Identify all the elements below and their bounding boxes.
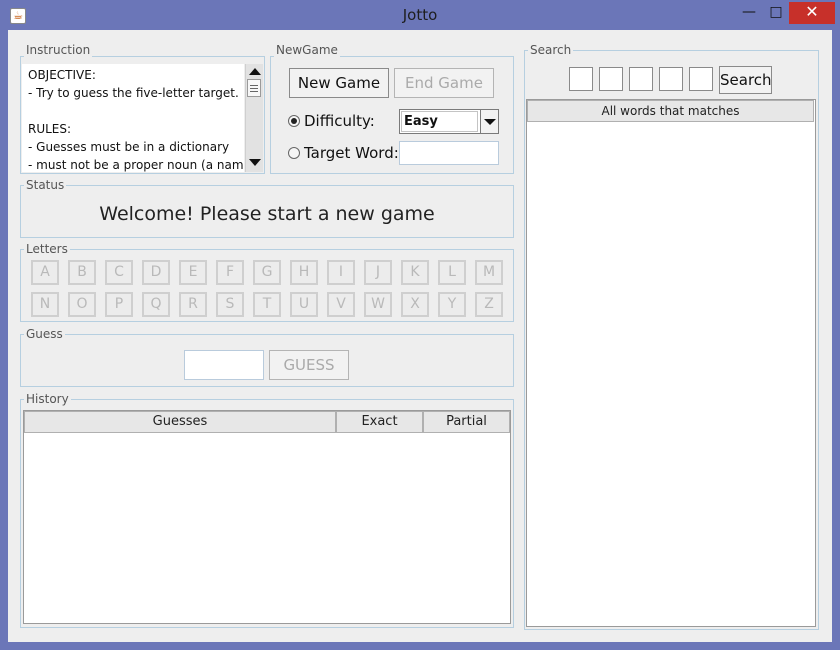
instruction-line: OBJECTIVE: xyxy=(28,68,96,82)
instruction-line: - Guesses must be in a dictionary xyxy=(28,140,230,154)
letter-button-x[interactable]: X xyxy=(401,292,429,317)
letter-button-a[interactable]: A xyxy=(31,260,59,285)
letter-button-k[interactable]: K xyxy=(401,260,429,285)
status-legend: Status xyxy=(24,178,67,192)
search-slot-5[interactable] xyxy=(689,67,713,91)
instruction-line: RULES: xyxy=(28,122,72,136)
history-col-exact[interactable]: Exact xyxy=(336,411,423,433)
search-results-header[interactable]: All words that matches xyxy=(527,100,814,122)
difficulty-radio[interactable] xyxy=(288,115,300,127)
chevron-down-icon xyxy=(484,119,496,125)
scroll-thumb[interactable] xyxy=(247,79,261,97)
search-slot-1[interactable] xyxy=(569,67,593,91)
letter-button-d[interactable]: D xyxy=(142,260,170,285)
instruction-legend: Instruction xyxy=(24,43,93,57)
search-results-list[interactable] xyxy=(526,99,816,627)
letter-button-e[interactable]: E xyxy=(179,260,207,285)
window-title: Jotto xyxy=(402,6,438,24)
arrow-up-icon[interactable] xyxy=(249,68,261,75)
letter-button-j[interactable]: J xyxy=(364,260,392,285)
letter-button-h[interactable]: H xyxy=(290,260,318,285)
search-button[interactable]: Search xyxy=(719,66,772,94)
difficulty-selected: Easy xyxy=(401,111,478,132)
guess-button[interactable]: GUESS xyxy=(269,350,349,380)
status-message: Welcome! Please start a new game xyxy=(99,203,435,225)
guess-group xyxy=(20,334,514,387)
letter-button-f[interactable]: F xyxy=(216,260,244,285)
instruction-line: - Try to guess the five-letter target. xyxy=(28,86,239,100)
letter-button-v[interactable]: V xyxy=(327,292,355,317)
letter-button-t[interactable]: T xyxy=(253,292,281,317)
history-col-partial[interactable]: Partial xyxy=(423,411,510,433)
close-button[interactable]: ✕ xyxy=(789,2,835,24)
new-game-button[interactable]: New Game xyxy=(289,68,389,98)
instruction-line: - must not be a proper noun (a name), xyxy=(28,158,244,172)
letter-button-n[interactable]: N xyxy=(31,292,59,317)
end-game-button[interactable]: End Game xyxy=(394,68,494,98)
instruction-line xyxy=(28,102,244,120)
guess-input[interactable] xyxy=(184,350,264,380)
target-word-label: Target Word: xyxy=(304,144,399,162)
letter-button-p[interactable]: P xyxy=(105,292,133,317)
target-word-radio[interactable] xyxy=(288,147,300,159)
maximize-button[interactable]: □ xyxy=(765,2,787,24)
search-slot-3[interactable] xyxy=(629,67,653,91)
instruction-text-area[interactable]: OBJECTIVE: - Try to guess the five-letter… xyxy=(22,64,244,172)
arrow-down-icon[interactable] xyxy=(249,159,261,166)
history-legend: History xyxy=(24,392,71,406)
letter-button-w[interactable]: W xyxy=(364,292,392,317)
letter-button-c[interactable]: C xyxy=(105,260,133,285)
letter-button-i[interactable]: I xyxy=(327,260,355,285)
letter-button-y[interactable]: Y xyxy=(438,292,466,317)
letter-button-q[interactable]: Q xyxy=(142,292,170,317)
instruction-scrollbar[interactable] xyxy=(245,64,263,172)
minimize-button[interactable]: — xyxy=(738,2,760,24)
history-col-guesses[interactable]: Guesses xyxy=(24,411,336,433)
letter-button-b[interactable]: B xyxy=(68,260,96,285)
target-word-input[interactable] xyxy=(399,141,499,165)
history-table[interactable] xyxy=(23,410,511,624)
difficulty-dropdown[interactable]: Easy xyxy=(399,109,499,134)
letter-button-z[interactable]: Z xyxy=(475,292,503,317)
dropdown-button[interactable] xyxy=(480,110,498,133)
letter-button-m[interactable]: M xyxy=(475,260,503,285)
letter-button-l[interactable]: L xyxy=(438,260,466,285)
letters-legend: Letters xyxy=(24,242,70,256)
letter-button-o[interactable]: O xyxy=(68,292,96,317)
letter-button-s[interactable]: S xyxy=(216,292,244,317)
search-slot-4[interactable] xyxy=(659,67,683,91)
difficulty-label: Difficulty: xyxy=(304,112,375,130)
search-slot-2[interactable] xyxy=(599,67,623,91)
search-legend: Search xyxy=(528,43,574,57)
letter-button-u[interactable]: U xyxy=(290,292,318,317)
letter-button-g[interactable]: G xyxy=(253,260,281,285)
newgame-legend: NewGame xyxy=(274,43,340,57)
letter-button-r[interactable]: R xyxy=(179,292,207,317)
guess-legend: Guess xyxy=(24,327,65,341)
